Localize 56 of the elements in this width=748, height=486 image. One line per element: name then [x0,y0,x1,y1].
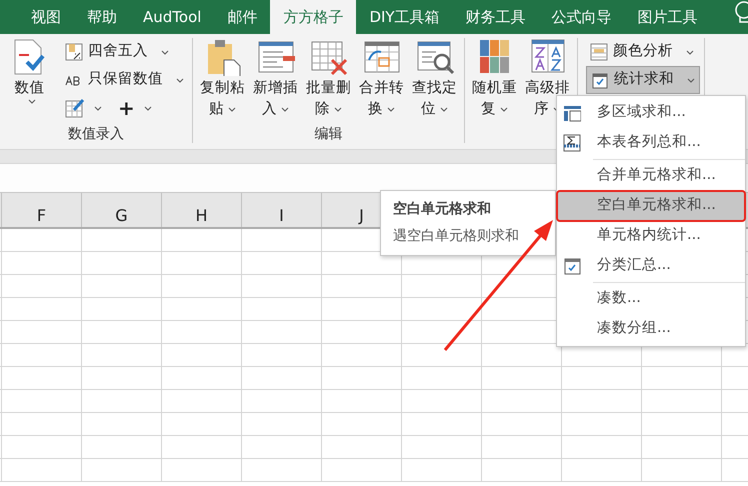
ribbon-tab[interactable]: 帮助 [74,0,130,34]
ribbon-button[interactable]: 随机重 复 [469,38,520,125]
caret-icon [686,50,694,54]
caret-icon [281,107,289,112]
ribbon-button[interactable]: 数值 [4,38,55,125]
ribbon-button[interactable]: 批量删 除 [303,38,354,125]
caret-icon [500,107,508,112]
ribbon-tab[interactable]: 财务工具 [452,0,539,34]
menu-item[interactable]: 凑数分组... [557,314,745,344]
menu-item[interactable]: 合并单元格求和... [557,161,745,191]
menu-item[interactable]: 凑数... [557,284,745,314]
clipboard-check-icon [591,71,609,89]
caret-icon [161,50,169,54]
column-header[interactable]: F [1,193,81,227]
ribbon-tab[interactable]: 方方格子 [270,0,356,34]
ribbon-tab[interactable]: 邮件 [214,0,270,34]
ribbon-button[interactable]: 统计求和 [586,66,700,94]
caret-icon [144,106,152,110]
ribbon-tab[interactable]: DIY工具箱 [356,0,453,34]
table-stripes-icon [590,43,608,61]
group-label: 编辑 [314,125,344,143]
caret-icon [228,107,236,112]
ribbon-tab[interactable]: 图片工具 [624,0,711,34]
caret-icon [440,107,448,112]
ribbon-button[interactable]: 只保留数值 [61,66,188,94]
ribbon-tab[interactable]: 视图 [18,0,74,34]
column-header[interactable]: H [161,193,241,227]
ribbon-button[interactable]: + [114,94,156,122]
menu-item[interactable]: 单元格内统计... [557,221,745,251]
tooltip-text: 遇空白单元格则求和 [393,227,520,246]
ribbon-button[interactable]: 新增插 入 [250,38,301,125]
sigma-table-icon [563,134,581,152]
ribbon-button[interactable]: 查找定 位 [409,38,460,125]
caret-icon [28,99,36,104]
caret-icon [687,78,695,82]
column-header[interactable]: I [241,193,321,227]
table-percent-icon [65,43,83,61]
ribbon-tab[interactable]: 公式向导 [538,0,625,34]
menu-item[interactable]: 分类汇总... [557,251,745,281]
ribbon-button[interactable]: 颜色分析 [586,38,700,66]
column-header[interactable]: G [81,193,161,227]
caret-icon [176,78,184,82]
caret-icon [94,106,102,110]
table-edit-icon [65,98,85,118]
ribbon-button[interactable]: 四舍五入 [61,38,188,66]
ribbon-button[interactable]: 合并转 换 [356,38,407,125]
clipboard-check-icon [563,257,581,275]
menu-item[interactable]: 本表各列总和... [557,128,745,158]
ribbon-tab[interactable]: AudTool [130,0,214,34]
layout-icon [563,104,581,122]
caret-icon [334,107,342,112]
menu-item[interactable]: 多区域求和... [557,98,745,128]
group-label: 数值录入 [67,125,125,143]
caret-icon [387,107,395,112]
menu-item[interactable]: 空白单元格求和... [557,191,745,221]
ribbon-button[interactable]: 复制粘 贴 [197,38,248,125]
